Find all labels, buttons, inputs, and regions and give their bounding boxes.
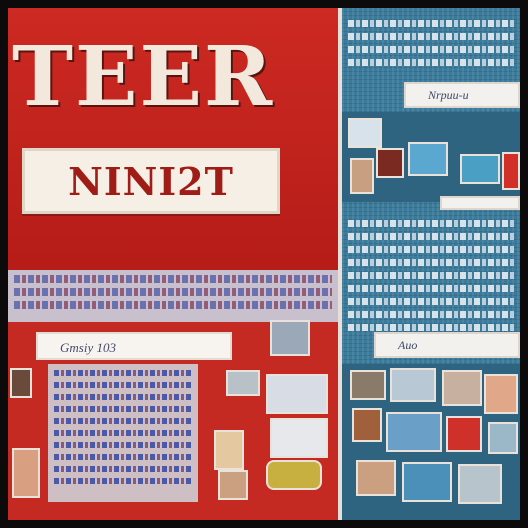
collage-photo: [352, 408, 382, 442]
collage-screen: [402, 462, 452, 502]
collage-top: [342, 112, 520, 202]
collage-screen: [488, 422, 518, 454]
text-lines-top: [348, 14, 514, 72]
search-bar-left[interactable]: Gmsiy 103: [36, 332, 232, 360]
text-stripe-band: [8, 270, 338, 322]
collage-photo: [356, 460, 396, 496]
results-bar: [440, 196, 520, 210]
collage-photo: [350, 370, 386, 400]
image-frame: TEER NINI2T Gmsiy 103 Nrpuu-u Auo: [8, 8, 520, 520]
collage-photo: [270, 320, 310, 356]
collage-bottom: [342, 364, 520, 520]
collage-photo: [442, 370, 482, 406]
collage-photo: [12, 448, 40, 498]
collage-screen: [270, 418, 328, 458]
collage-photo: [350, 158, 374, 194]
subtitle-plate: NINI2T: [22, 148, 280, 214]
blue-panel: Nrpuu-u Auo: [342, 8, 520, 520]
poster-header: TEER NINI2T: [8, 8, 338, 270]
collage-photo: [376, 148, 404, 178]
collage-photo: [226, 370, 260, 396]
collage-photo: [218, 470, 248, 500]
collage-screen: [408, 142, 448, 176]
search-bar-right-bottom[interactable]: Auo: [374, 332, 520, 358]
collage-photo: [458, 464, 502, 504]
collage-screen: [348, 118, 382, 148]
collage-screen: [390, 368, 436, 402]
collage-photo: [484, 374, 518, 414]
collage-screen: [460, 154, 500, 184]
red-poster: TEER NINI2T Gmsiy 103: [8, 8, 338, 520]
collage-photo: [446, 416, 482, 452]
collage-photo: [502, 152, 520, 190]
collage-car: [266, 460, 322, 490]
collage-photo: [10, 368, 32, 398]
poster-subtitle: NINI2T: [68, 158, 234, 204]
collage-photo: [214, 430, 244, 470]
search-bar-right-top[interactable]: Nrpuu-u: [404, 82, 520, 108]
text-lines-middle: [348, 214, 514, 337]
collage-screen: [386, 412, 442, 452]
text-block: [48, 364, 198, 502]
collage-screen: [266, 374, 328, 414]
poster-title: TEER: [12, 29, 275, 125]
